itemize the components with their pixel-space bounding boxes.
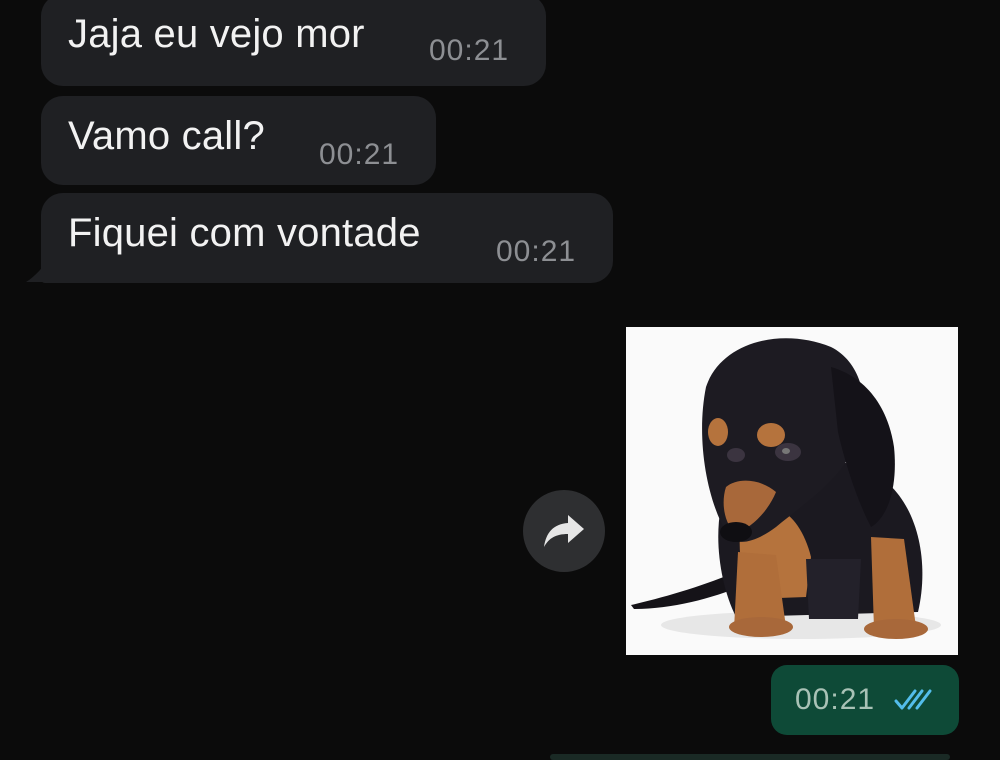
message-text: Vamo call? (68, 114, 265, 158)
bubble-tail (26, 252, 54, 282)
message-timestamp: 00:21 (429, 34, 510, 67)
forward-icon (544, 515, 584, 547)
message-timestamp: 00:21 (795, 683, 876, 716)
double-check-icon (894, 689, 932, 710)
sent-image-puppy[interactable] (626, 327, 958, 655)
puppy-image (626, 327, 958, 655)
message-timestamp: 00:21 (319, 138, 400, 171)
message-text: Jaja eu vejo mor (68, 12, 365, 56)
incoming-message-bubble[interactable]: Vamo call? 00:21 (41, 96, 436, 185)
next-message-edge (550, 754, 950, 760)
outgoing-message-footer: 00:21 (771, 665, 959, 735)
incoming-message-bubble[interactable]: Jaja eu vejo mor 00:21 (41, 0, 546, 86)
forward-button[interactable] (523, 490, 605, 572)
incoming-message-bubble[interactable]: Fiquei com vontade 00:21 (41, 193, 613, 283)
message-timestamp: 00:21 (496, 235, 577, 268)
message-text: Fiquei com vontade (68, 211, 421, 255)
